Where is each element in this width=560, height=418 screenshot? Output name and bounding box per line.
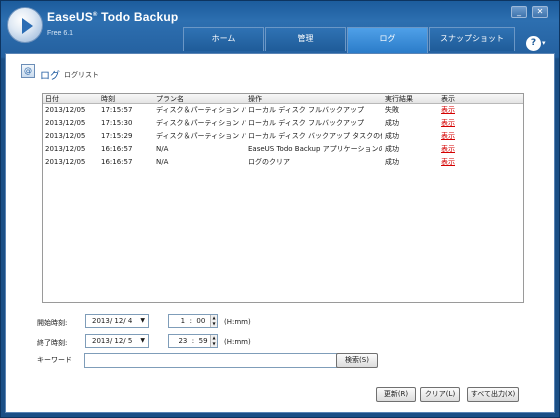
cell-result: 成功 <box>385 132 399 140</box>
app-title: EaseUS® Todo Backup <box>47 10 179 24</box>
tab-snapshot[interactable]: スナップショット <box>429 27 515 51</box>
table-row[interactable]: 2013/12/05 17:15:29 ディスク＆パーティション バー ローカル… <box>43 131 523 144</box>
cell-date: 2013/12/05 <box>45 145 86 153</box>
table-header: 日付 時刻 プラン名 操作 実行結果 表示 <box>43 94 523 104</box>
cell-date: 2013/12/05 <box>45 119 86 127</box>
col-time[interactable]: 時刻 <box>101 94 115 104</box>
view-link[interactable]: 表示 <box>441 157 455 167</box>
clear-button[interactable]: クリア(L) <box>420 387 460 402</box>
cell-result: 成功 <box>385 145 399 153</box>
cell-operation: ログのクリア <box>248 158 290 166</box>
search-button[interactable]: 検索(S) <box>336 353 378 368</box>
app-logo-icon <box>7 7 43 43</box>
cell-time: 17:15:29 <box>101 132 133 140</box>
cell-time: 17:15:57 <box>101 106 133 114</box>
view-link[interactable]: 表示 <box>441 118 455 128</box>
cell-date: 2013/12/05 <box>45 158 86 166</box>
tab-manage[interactable]: 管理 <box>265 27 346 51</box>
cell-time: 17:15:30 <box>101 119 133 127</box>
end-date-value: 2013/ 12/ 5 <box>92 337 133 345</box>
app-window: EaseUS® Todo Backup Free 6.1 _ ✕ ホーム 管理 … <box>0 0 560 418</box>
cell-time: 16:16:57 <box>101 158 133 166</box>
cell-time: 16:16:57 <box>101 145 133 153</box>
end-time-label: 終了時刻: <box>37 339 68 347</box>
help-icon[interactable]: ? <box>526 36 541 51</box>
cell-date: 2013/12/05 <box>45 132 86 140</box>
start-time-label: 開始時刻: <box>37 319 68 327</box>
start-hour[interactable]: 1 <box>181 317 185 325</box>
table-row[interactable]: 2013/12/05 16:16:57 N/A ログのクリア 成功 表示 <box>43 157 523 170</box>
col-operation[interactable]: 操作 <box>248 94 262 104</box>
time-spinner-icon[interactable]: ▲ ▼ <box>210 315 217 327</box>
keyword-input[interactable] <box>84 353 349 368</box>
cell-plan: N/A <box>156 158 169 166</box>
view-link[interactable]: 表示 <box>441 131 455 141</box>
log-icon: @ <box>21 64 35 78</box>
tab-home[interactable]: ホーム <box>183 27 264 51</box>
cell-plan: ディスク＆パーティション バー <box>156 119 246 127</box>
col-view[interactable]: 表示 <box>441 94 455 104</box>
cell-operation: EaseUS Todo Backup アプリケーションの <box>248 145 382 153</box>
start-date-value: 2013/ 12/ 4 <box>92 317 133 325</box>
chevron-down-icon[interactable]: ▼ <box>140 335 145 347</box>
cell-operation: ローカル ディスク フルバックアップ <box>248 119 364 127</box>
tab-log[interactable]: ログ <box>347 27 428 53</box>
col-date[interactable]: 日付 <box>45 94 59 104</box>
cell-result: 成功 <box>385 158 399 166</box>
cell-date: 2013/12/05 <box>45 106 86 114</box>
refresh-button[interactable]: 更新(R) <box>376 387 416 402</box>
table-row[interactable]: 2013/12/05 16:16:57 N/A EaseUS Todo Back… <box>43 144 523 157</box>
log-panel: @ ログ ログリスト 日付 時刻 プラン名 操作 実行結果 表示 2013/12… <box>5 53 555 413</box>
app-edition: Free 6.1 <box>47 30 74 37</box>
page-subtitle: ログリスト <box>64 71 99 79</box>
col-plan[interactable]: プラン名 <box>156 94 184 104</box>
close-button[interactable]: ✕ <box>532 6 548 18</box>
cell-plan: ディスク＆パーティション バー <box>156 132 246 140</box>
page-title: ログ <box>40 71 60 82</box>
export-all-button[interactable]: すべて出力(X) <box>467 387 519 402</box>
time-spinner-icon[interactable]: ▲ ▼ <box>210 335 217 347</box>
chevron-down-icon[interactable]: ▾ <box>542 39 546 47</box>
start-time-field[interactable]: 1 : 00 ▲ ▼ <box>168 314 218 328</box>
minimize-button[interactable]: _ <box>511 6 527 18</box>
end-hour[interactable]: 23 <box>178 337 187 345</box>
cell-operation: ローカル ディスク バックアップ タスクの作成 <box>248 132 382 140</box>
end-min[interactable]: 59 <box>199 337 208 345</box>
table-row[interactable]: 2013/12/05 17:15:30 ディスク＆パーティション バー ローカル… <box>43 118 523 131</box>
time-unit: (H:mm) <box>224 318 251 326</box>
cell-result: 失敗 <box>385 106 399 114</box>
cell-result: 成功 <box>385 119 399 127</box>
view-link[interactable]: 表示 <box>441 105 455 115</box>
end-time-field[interactable]: 23 : 59 ▲ ▼ <box>168 334 218 348</box>
chevron-down-icon[interactable]: ▼ <box>140 315 145 327</box>
cell-operation: ローカル ディスク フルバックアップ <box>248 106 364 114</box>
log-table[interactable]: 日付 時刻 プラン名 操作 実行結果 表示 2013/12/05 17:15:5… <box>42 93 524 303</box>
start-date-picker[interactable]: 2013/ 12/ 4 ▼ <box>85 314 149 328</box>
view-link[interactable]: 表示 <box>441 144 455 154</box>
start-min[interactable]: 00 <box>196 317 205 325</box>
cell-plan: N/A <box>156 145 169 153</box>
table-row[interactable]: 2013/12/05 17:15:57 ディスク＆パーティション バー ローカル… <box>43 105 523 118</box>
end-date-picker[interactable]: 2013/ 12/ 5 ▼ <box>85 334 149 348</box>
keyword-label: キーワード <box>37 356 72 364</box>
col-result[interactable]: 実行結果 <box>385 94 413 104</box>
time-unit: (H:mm) <box>224 338 251 346</box>
cell-plan: ディスク＆パーティション バー <box>156 106 246 114</box>
